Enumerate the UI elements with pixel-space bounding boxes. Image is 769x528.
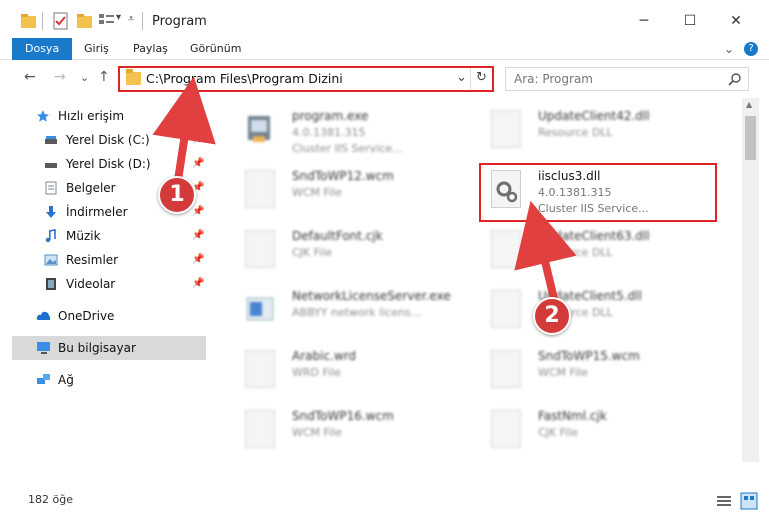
status-bar: 182 öğe — [0, 486, 769, 514]
details-view-icon[interactable] — [716, 494, 732, 508]
annotation-arrows — [152, 76, 577, 304]
step-badge-2: 2 — [533, 297, 571, 335]
explorer-window: ▾ ⩡ Program ─ ☐ ✕ Dosya Giriş Paylaş Gör… — [0, 0, 769, 528]
step-badge-1: 1 — [158, 176, 196, 214]
large-icons-view-icon[interactable] — [740, 492, 758, 510]
item-count: 182 öğe — [28, 493, 73, 506]
arrow-to-address-bar — [152, 76, 216, 181]
arrow-to-file — [514, 200, 577, 304]
